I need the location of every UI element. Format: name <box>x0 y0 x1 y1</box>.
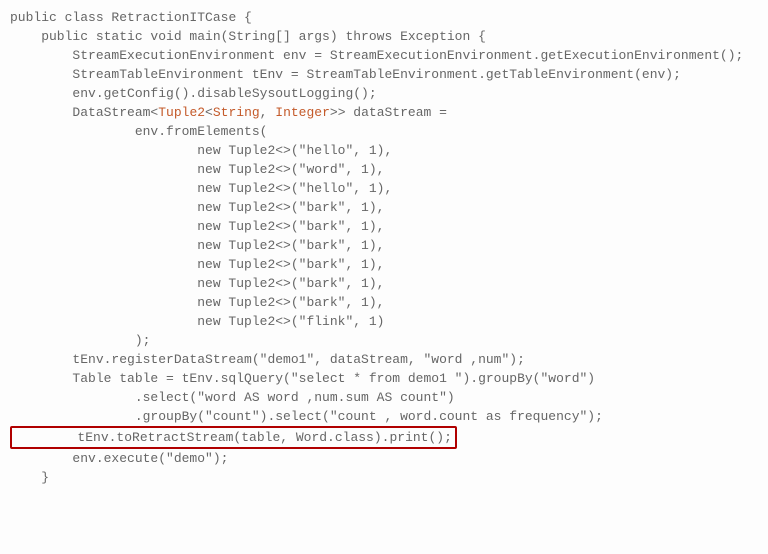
code-line: , <box>260 105 276 120</box>
code-block: public class RetractionITCase { public s… <box>10 8 758 487</box>
code-line: public class <box>10 10 111 25</box>
code-line: >> dataStream = <box>330 105 447 120</box>
code-line: Table table = tEnv.sqlQuery("select * fr… <box>10 371 595 386</box>
highlighted-line: tEnv.toRetractStream(table, Word.class).… <box>10 426 457 449</box>
code-line: new Tuple2<>("bark", 1), <box>10 200 384 215</box>
code-line: new Tuple2<>("bark", 1), <box>10 219 384 234</box>
code-type: String <box>213 105 260 120</box>
code-line: .groupBy("count").select("count , word.c… <box>10 409 603 424</box>
code-line: new Tuple2<>("word", 1), <box>10 162 384 177</box>
code-line: < <box>205 105 213 120</box>
code-line: ); <box>10 333 150 348</box>
code-line: new Tuple2<>("hello", 1), <box>10 143 392 158</box>
code-line: public static void main(String[] args) t… <box>10 29 486 44</box>
code-line: new Tuple2<>("hello", 1), <box>10 181 392 196</box>
code-line: env.execute("demo"); <box>10 451 228 466</box>
code-line: env.getConfig().disableSysoutLogging(); <box>10 86 377 101</box>
code-line: new Tuple2<>("bark", 1), <box>10 276 384 291</box>
code-line: env.fromElements( <box>10 124 267 139</box>
code-line: new Tuple2<>("bark", 1), <box>10 257 384 272</box>
code-line: new Tuple2<>("bark", 1), <box>10 238 384 253</box>
code-line: StreamExecutionEnvironment env = StreamE… <box>10 48 743 63</box>
code-line: RetractionITCase { <box>111 10 251 25</box>
code-type: Tuple2 <box>158 105 205 120</box>
code-type: Integer <box>275 105 330 120</box>
code-line: StreamTableEnvironment tEnv = StreamTabl… <box>10 67 681 82</box>
code-line: } <box>10 470 49 485</box>
code-line: new Tuple2<>("flink", 1) <box>10 314 384 329</box>
code-line: new Tuple2<>("bark", 1), <box>10 295 384 310</box>
code-line: DataStream< <box>10 105 158 120</box>
code-line: tEnv.registerDataStream("demo1", dataStr… <box>10 352 525 367</box>
code-line: .select("word AS word ,num.sum AS count"… <box>10 390 455 405</box>
